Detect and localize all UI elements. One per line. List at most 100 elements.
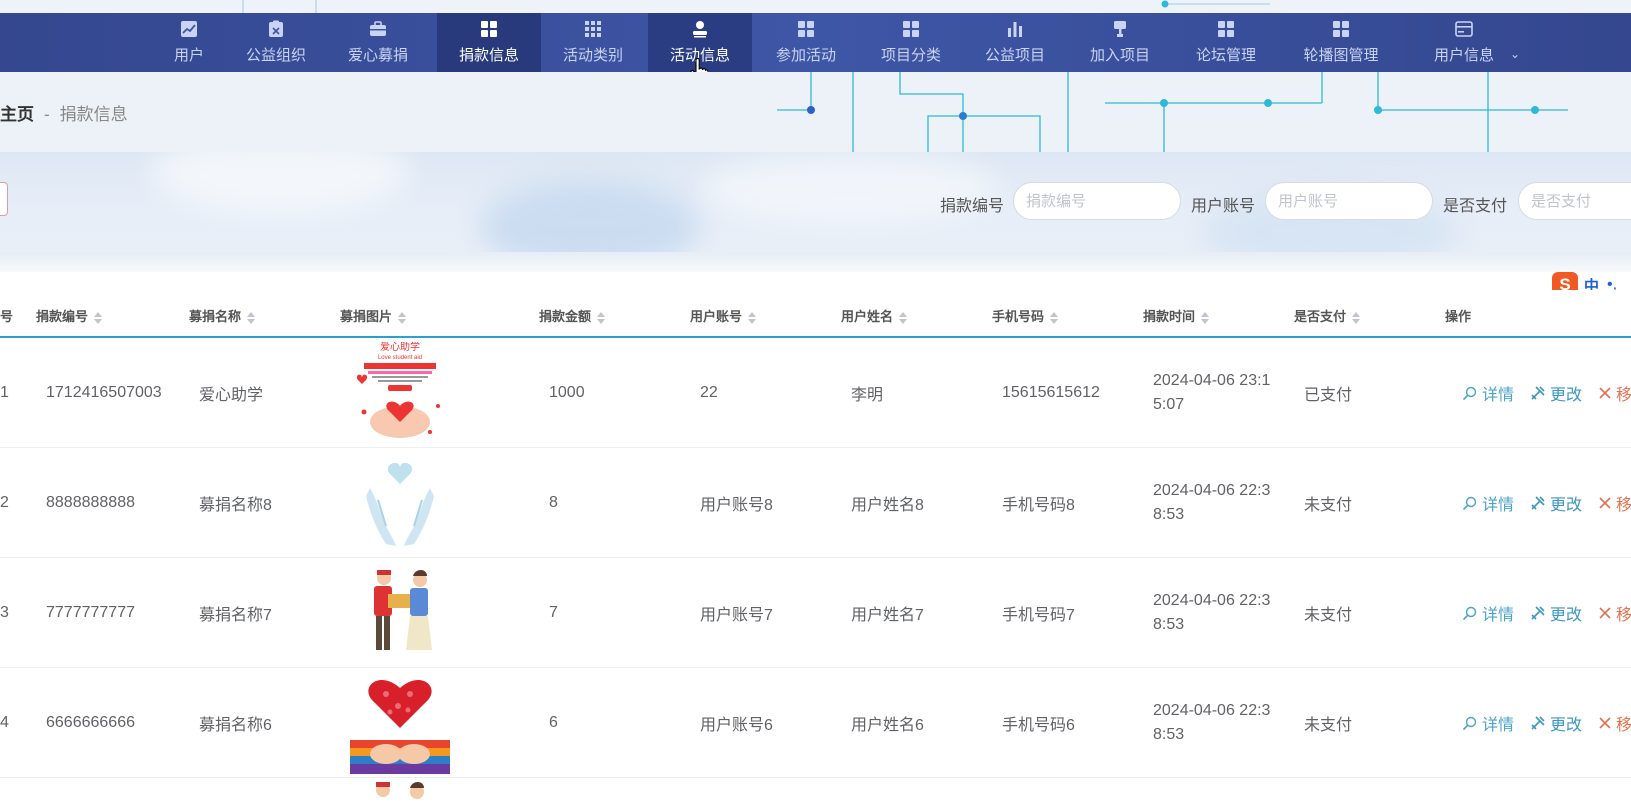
close-icon xyxy=(1599,717,1611,729)
cell-name: 募捐名称8 xyxy=(199,497,272,514)
delete-button[interactable]: 移 xyxy=(1598,711,1631,735)
nav-item-activity-category[interactable]: 活动类别 xyxy=(541,13,645,72)
paid-status-input[interactable] xyxy=(1518,182,1631,220)
detail-icon xyxy=(1462,496,1477,511)
cell-time: 2024-04-06 22:38:53 xyxy=(1153,482,1271,523)
donation-code-input[interactable] xyxy=(1013,182,1181,220)
row-actions: 详情 更改 移 xyxy=(1462,668,1631,778)
cell-phone: 手机号码8 xyxy=(1002,497,1075,514)
red-heart-hands-image[interactable] xyxy=(350,672,450,774)
grid-icon xyxy=(903,21,919,37)
column-header-username[interactable]: 用户姓名 xyxy=(841,306,908,325)
top-nav: 用户 公益组织 爱心募捐 捐款信息 活动类别 活动信息 参加活动 项目分类 公益… xyxy=(0,13,1631,72)
column-header-account[interactable]: 用户账号 xyxy=(690,306,757,325)
row-actions: 详情 更改 移 xyxy=(1462,338,1631,448)
cell-account: 22 xyxy=(700,384,718,401)
cell-username: 用户姓名6 xyxy=(851,717,924,734)
cell-name: 爱心助学 xyxy=(199,387,264,404)
chart-icon xyxy=(181,21,197,37)
close-icon xyxy=(1599,387,1611,399)
close-icon xyxy=(1599,607,1611,619)
add-button-edge[interactable] xyxy=(0,182,8,216)
user-account-input[interactable] xyxy=(1265,182,1433,220)
delete-button[interactable]: 移 xyxy=(1598,491,1631,515)
search-banner: 捐款编号 用户账号 是否支付 xyxy=(0,152,1631,252)
column-header-name[interactable]: 募捐名称 xyxy=(189,306,256,325)
svg-text:爱心助学: 爱心助学 xyxy=(380,342,420,353)
nav-item-org[interactable]: 公益组织 xyxy=(224,13,328,72)
cell-time: 2024-04-06 23:15:07 xyxy=(1153,372,1271,413)
nav-item-join-activity[interactable]: 参加活动 xyxy=(754,13,858,72)
table-header: 号 捐款编号 募捐名称 募捐图片 捐款金额 用户账号 用户姓名 手机号码 捐款时… xyxy=(0,290,1631,338)
edit-button[interactable]: 更改 xyxy=(1530,491,1582,515)
cell-index: 2 xyxy=(0,494,9,511)
cell-amount: 1000 xyxy=(549,384,585,401)
cell-account: 用户账号6 xyxy=(700,717,773,734)
detail-button[interactable]: 详情 xyxy=(1462,381,1514,405)
row-actions: 详情 更改 移 xyxy=(1462,448,1631,558)
cell-code: 8888888888 xyxy=(46,494,135,511)
chevron-down-icon[interactable]: ⌄ xyxy=(1510,47,1520,61)
nav-item-fundraise[interactable]: 爱心募捐 xyxy=(326,13,430,72)
student-aid-poster-image[interactable]: 爱心助学 Love student aid xyxy=(350,342,450,444)
nav-item-charity-project[interactable]: 公益项目 xyxy=(963,13,1067,72)
detail-button[interactable]: 详情 xyxy=(1462,711,1514,735)
sort-icon xyxy=(94,311,103,324)
search-label-user-account: 用户账号 xyxy=(1191,198,1256,215)
edit-button[interactable]: 更改 xyxy=(1530,711,1582,735)
detail-icon xyxy=(1462,386,1477,401)
divider-bar xyxy=(0,252,1631,272)
edit-icon xyxy=(1531,386,1545,400)
detail-button[interactable]: 详情 xyxy=(1462,601,1514,625)
edit-icon xyxy=(1531,496,1545,510)
volunteers-box-image[interactable] xyxy=(365,780,435,803)
column-header-index[interactable]: 号 xyxy=(0,306,13,325)
volunteers-box-image[interactable] xyxy=(350,562,450,664)
cell-amount: 8 xyxy=(549,494,558,511)
edit-button[interactable]: 更改 xyxy=(1530,381,1582,405)
delete-button[interactable]: 移 xyxy=(1598,601,1631,625)
cell-username: 用户姓名7 xyxy=(851,607,924,624)
nav-item-project-category[interactable]: 项目分类 xyxy=(859,13,963,72)
grid-nine-icon xyxy=(585,21,601,37)
cell-username: 用户姓名8 xyxy=(851,497,924,514)
cell-index: 4 xyxy=(0,714,9,731)
column-header-image[interactable]: 募捐图片 xyxy=(340,306,407,325)
cell-name: 募捐名称6 xyxy=(199,717,272,734)
sort-icon xyxy=(1201,311,1210,324)
circuit-decoration-top xyxy=(242,0,1270,13)
heart-hands-image[interactable] xyxy=(350,452,450,554)
briefcase-icon xyxy=(370,21,386,36)
column-header-time[interactable]: 捐款时间 xyxy=(1143,306,1210,325)
table-row: 4 6666666666 募捐名称6 6 用户账号6 用户姓名6 手机号码6 2… xyxy=(0,668,1631,778)
nav-item-forum[interactable]: 论坛管理 xyxy=(1174,13,1278,72)
detail-button[interactable]: 详情 xyxy=(1462,491,1514,515)
grid-icon xyxy=(798,21,814,37)
column-header-amount[interactable]: 捐款金额 xyxy=(539,306,606,325)
column-header-paid[interactable]: 是否支付 xyxy=(1294,306,1361,325)
column-header-code[interactable]: 捐款编号 xyxy=(36,306,103,325)
breadcrumb-separator: - xyxy=(44,105,50,124)
nav-item-join-project[interactable]: 加入项目 xyxy=(1068,13,1172,72)
nav-item-user-info[interactable]: 用户信息 xyxy=(1412,13,1516,72)
breadcrumb-area: 主页 - 捐款信息 xyxy=(0,72,1631,152)
close-icon xyxy=(1599,497,1611,509)
nav-label: 用户信息 xyxy=(1433,47,1494,64)
nav-label: 轮播图管理 xyxy=(1303,47,1379,64)
breadcrumb-home[interactable]: 主页 xyxy=(0,105,34,124)
cell-code: 6666666666 xyxy=(46,714,135,731)
table-row: 1 1712416507003 爱心助学 爱心助学 Love student a… xyxy=(0,338,1631,448)
nav-label: 公益组织 xyxy=(245,47,306,64)
nav-item-carousel[interactable]: 轮播图管理 xyxy=(1289,13,1393,72)
edit-icon xyxy=(1531,606,1545,620)
cell-paid: 已支付 xyxy=(1304,387,1353,404)
cell-index: 1 xyxy=(0,384,9,401)
column-header-phone[interactable]: 手机号码 xyxy=(992,306,1059,325)
nav-label: 爱心募捐 xyxy=(347,47,408,64)
edit-button[interactable]: 更改 xyxy=(1530,601,1582,625)
table-row: 2 8888888888 募捐名称8 8 用户账号8 用户姓名8 手机号码8 2… xyxy=(0,448,1631,558)
nav-label: 加入项目 xyxy=(1089,47,1150,64)
nav-item-donation-info[interactable]: 捐款信息 xyxy=(437,13,541,72)
nav-label: 参加活动 xyxy=(775,47,836,64)
delete-button[interactable]: 移 xyxy=(1598,381,1631,405)
